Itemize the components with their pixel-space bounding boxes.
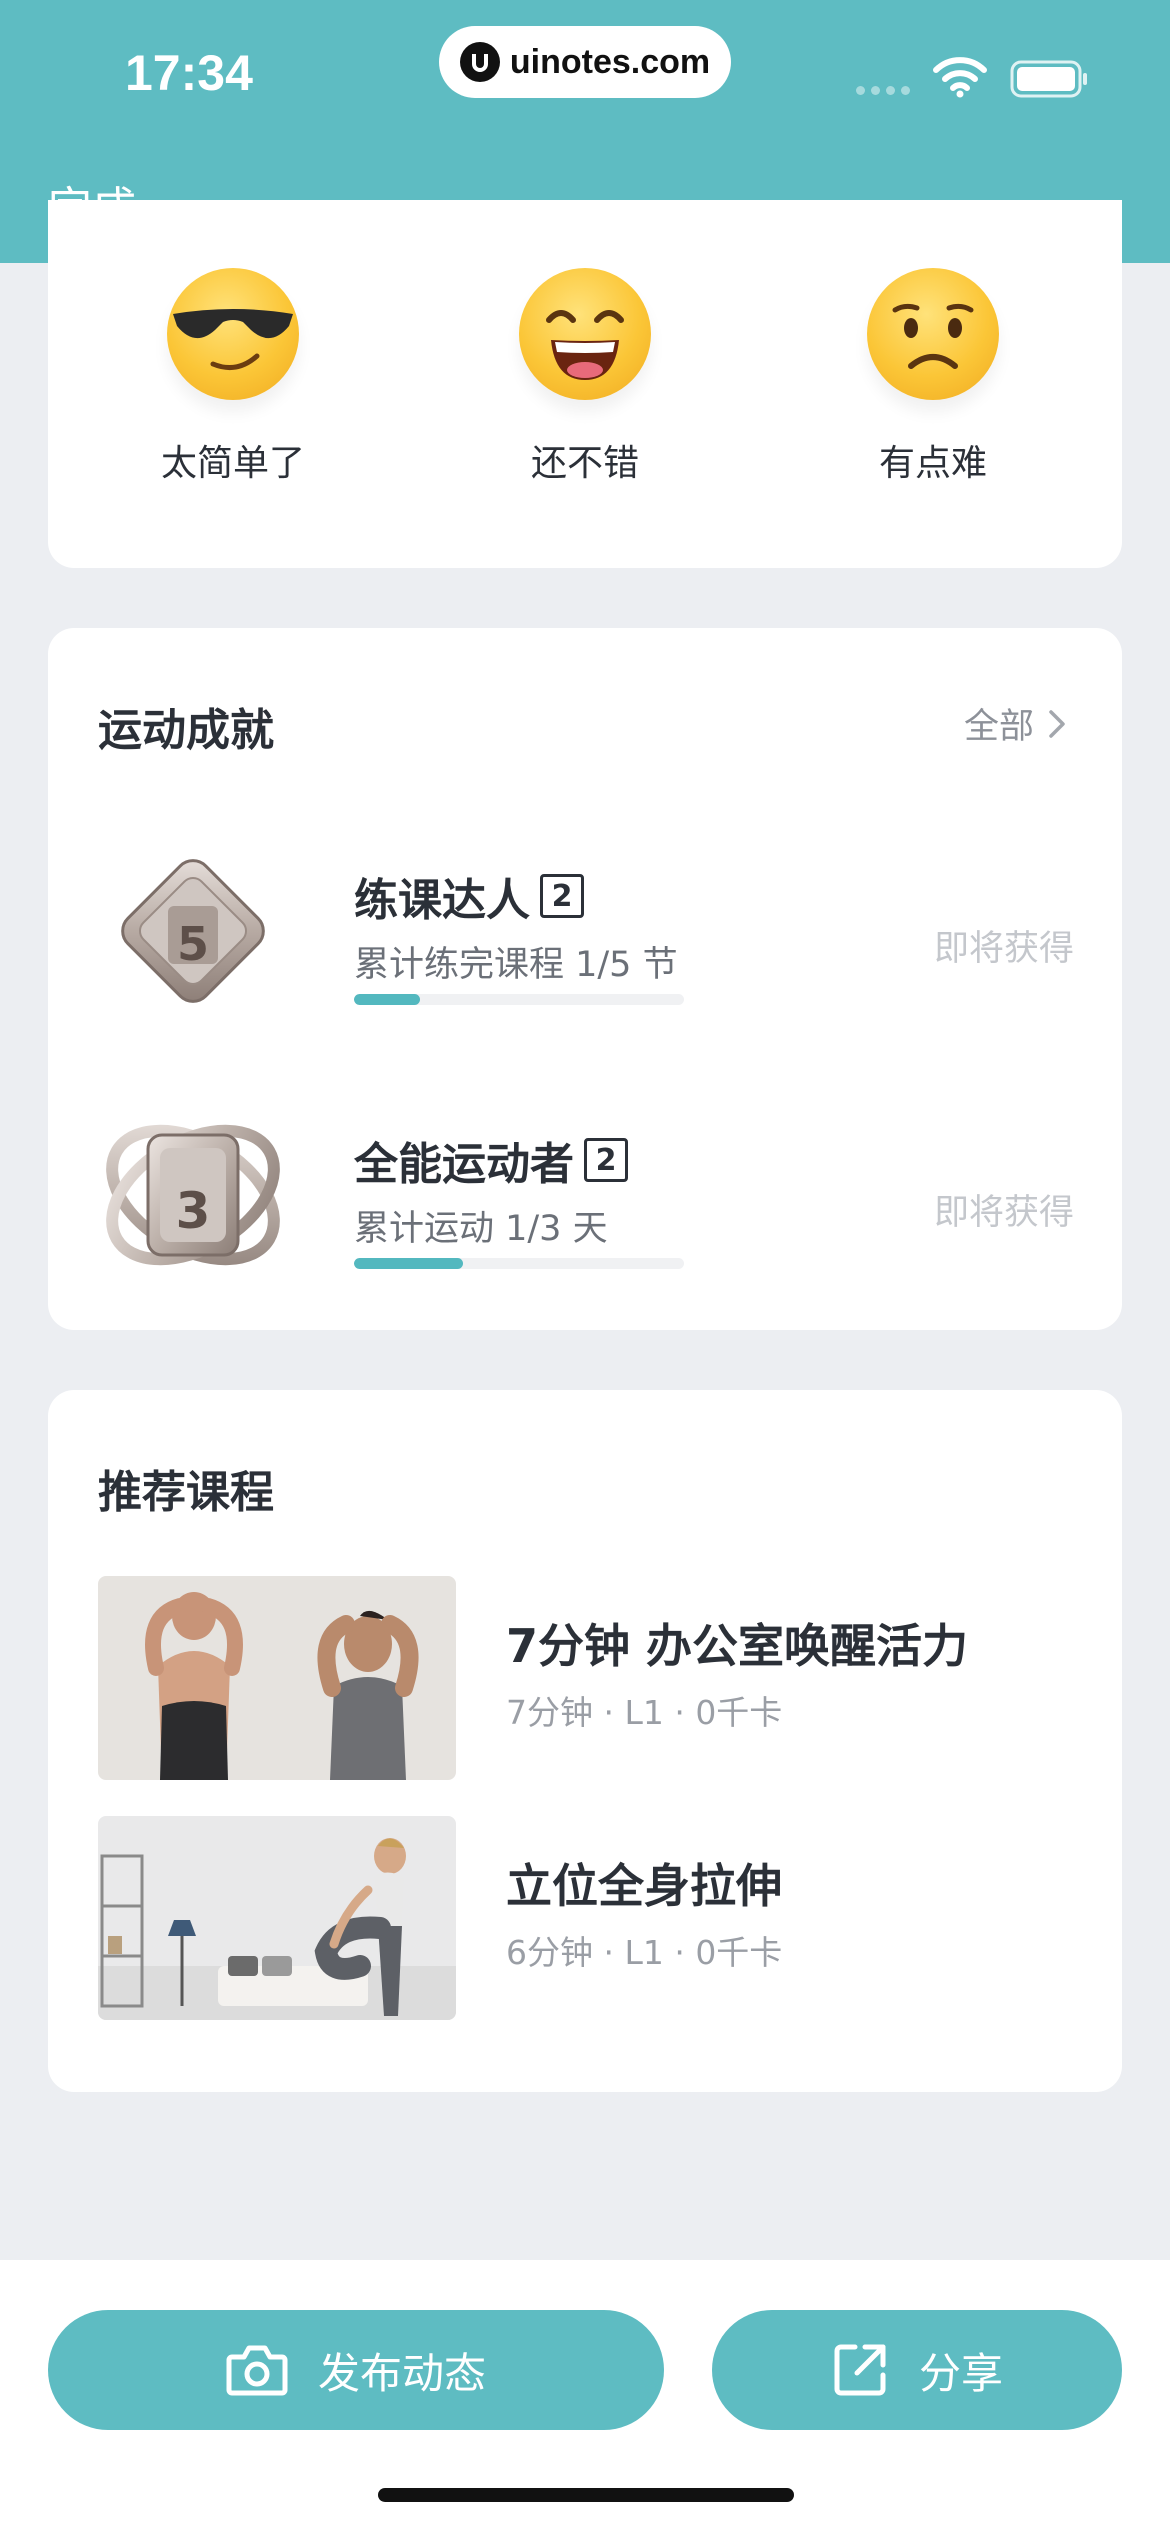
wifi-icon xyxy=(933,57,987,98)
progress-fill xyxy=(354,994,420,1005)
achievement-item[interactable]: 3 全能运动者 2 累计运动 1/3 天 即将获得 xyxy=(48,1100,1122,1300)
course-title: 7分钟 办公室唤醒活力 xyxy=(506,1619,969,1673)
rating-option-not-bad[interactable]: 还不错 xyxy=(485,268,685,486)
post-moment-button[interactable]: 发布动态 xyxy=(48,2310,664,2430)
course-thumbnail xyxy=(98,1816,456,2020)
course-thumbnail xyxy=(98,1576,456,1780)
battery-icon xyxy=(1010,60,1087,98)
progress-fill xyxy=(354,1258,463,1269)
grinning-emoji-icon xyxy=(519,268,651,400)
status-time: 17:34 xyxy=(125,45,253,101)
course-meta: 7分钟 · L1 · 0千卡 xyxy=(506,1693,783,1732)
share-icon xyxy=(834,2344,886,2396)
achievement-progress-bar xyxy=(354,994,684,1005)
achievement-name-text: 全能运动者 xyxy=(354,1139,574,1190)
course-meta: 6分钟 · L1 · 0千卡 xyxy=(506,1933,783,1972)
cool-sunglasses-emoji-icon xyxy=(167,268,299,400)
uinotes-logo-icon xyxy=(459,42,500,82)
achievement-name: 全能运动者 2 xyxy=(354,1128,628,1192)
achievement-name: 练课达人 2 xyxy=(354,864,584,928)
achievement-level-badge: 2 xyxy=(584,1138,628,1182)
share-button[interactable]: 分享 xyxy=(712,2310,1122,2430)
achievements-card: 运动成就 全部 5 练课达人 2 累计练完课程 1/5 节 即将获得 3 全能运… xyxy=(48,628,1122,1330)
achievement-name-text: 练课达人 xyxy=(354,875,530,926)
url-pill: uinotes.com xyxy=(439,26,731,98)
all-round-athlete-badge-icon: 3 xyxy=(106,1124,280,1266)
post-moment-label: 发布动态 xyxy=(317,2348,486,2398)
rating-label: 太简单了 xyxy=(160,443,305,484)
recommended-courses-card: 推荐课程 7分钟 办公室唤醒活力 7分钟 · L1 · 0千卡 立位全身拉伸 6… xyxy=(48,1390,1122,2092)
achievement-status: 即将获得 xyxy=(933,1193,1074,1233)
frowning-emoji-icon xyxy=(867,268,999,400)
see-all-achievements-link[interactable]: 全部 xyxy=(964,698,1066,749)
home-indicator[interactable] xyxy=(378,2488,794,2502)
course-master-badge-icon: 5 xyxy=(121,859,265,1003)
achievement-level-badge: 2 xyxy=(540,874,584,918)
course-item[interactable]: 立位全身拉伸 6分钟 · L1 · 0千卡 xyxy=(98,1816,1072,2020)
badge-number: 3 xyxy=(176,1182,211,1240)
rating-label: 有点难 xyxy=(878,443,987,484)
difficulty-rating-card: 太简单了 还不错 有点难 xyxy=(48,200,1122,568)
rating-label: 还不错 xyxy=(530,443,639,484)
cellular-signal-icon xyxy=(856,86,910,95)
rating-option-too-easy[interactable]: 太简单了 xyxy=(133,268,333,486)
camera-icon xyxy=(226,2345,288,2396)
recommended-title: 推荐课程 xyxy=(98,1467,274,1518)
rating-option-a-bit-hard[interactable]: 有点难 xyxy=(833,268,1033,486)
chevron-right-icon xyxy=(1049,709,1065,738)
achievement-status: 即将获得 xyxy=(933,929,1074,969)
achievements-title: 运动成就 xyxy=(98,705,274,756)
badge-number: 5 xyxy=(177,917,209,971)
share-label: 分享 xyxy=(918,2348,1003,2398)
achievement-progress-bar xyxy=(354,1258,684,1269)
url-text: uinotes.com xyxy=(509,42,711,81)
achievement-item[interactable]: 5 练课达人 2 累计练完课程 1/5 节 即将获得 xyxy=(48,836,1122,1036)
see-all-label: 全部 xyxy=(963,707,1034,747)
achievement-desc: 累计练完课程 1/5 节 xyxy=(354,945,678,985)
achievement-desc: 累计运动 1/3 天 xyxy=(354,1209,608,1249)
course-title: 立位全身拉伸 xyxy=(506,1859,782,1913)
course-item[interactable]: 7分钟 办公室唤醒活力 7分钟 · L1 · 0千卡 xyxy=(98,1576,1072,1780)
